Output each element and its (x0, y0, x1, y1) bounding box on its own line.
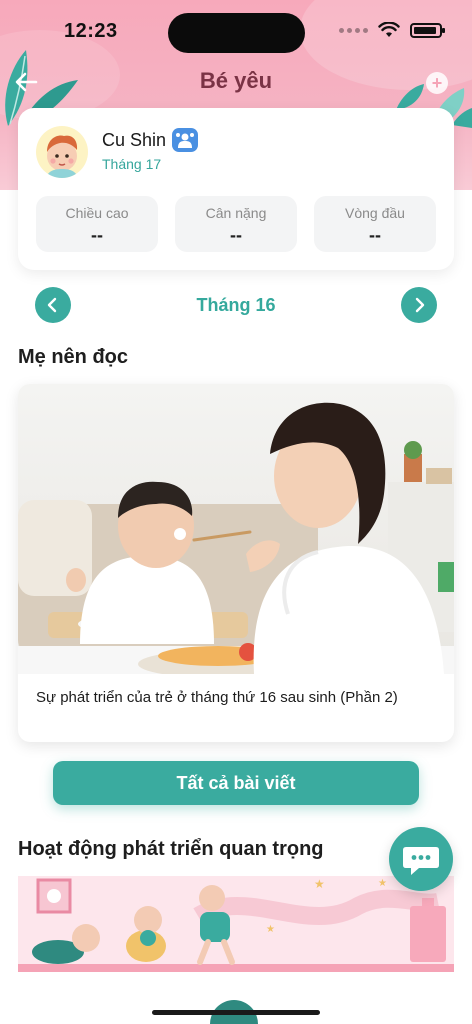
svg-text:★: ★ (314, 877, 325, 891)
baby-face-icon (46, 135, 78, 178)
chat-bubble-icon (403, 847, 439, 875)
metric-value: -- (91, 225, 103, 245)
add-child-button[interactable]: + (426, 72, 448, 94)
home-indicator (152, 1010, 320, 1015)
status-icons (339, 22, 445, 38)
article-image (18, 384, 454, 674)
wifi-icon (378, 22, 400, 37)
metric-value: -- (369, 225, 381, 245)
next-month-button[interactable] (401, 287, 437, 323)
head-circumference-metric[interactable]: Vòng đầu -- (314, 196, 436, 252)
child-avatar (36, 126, 88, 178)
weight-metric[interactable]: Cân nặng -- (175, 196, 297, 252)
chat-button[interactable] (389, 827, 453, 891)
metric-value: -- (230, 225, 242, 245)
svg-text:★: ★ (378, 878, 387, 889)
signal-icon (339, 27, 368, 33)
child-age: Tháng 17 (102, 156, 162, 172)
svg-text:★: ★ (266, 924, 275, 935)
dynamic-island (168, 13, 305, 53)
metric-label: Vòng đầu (345, 205, 405, 221)
boy-gender-icon (172, 128, 198, 152)
activity-illustration: ★ ★ ★ (18, 876, 454, 1024)
article-title: Sự phát triển của trẻ ở tháng thứ 16 sau… (36, 689, 398, 706)
reading-section-title: Mẹ nên đọc (18, 346, 129, 368)
battery-icon (410, 22, 445, 38)
chevron-right-icon (415, 297, 425, 313)
child-profile-card[interactable]: Cu Shin Tháng 17 Chiều cao -- Cân nặng -… (18, 108, 454, 270)
all-articles-button[interactable]: Tất cả bài viết (53, 761, 419, 805)
child-name: Cu Shin (102, 130, 167, 150)
activities-section-title: Hoạt động phát triển quan trọng (18, 838, 324, 860)
status-time: 12:23 (64, 20, 118, 42)
activity-banner[interactable]: ★ ★ ★ (18, 876, 454, 1024)
metric-label: Cân nặng (205, 205, 267, 221)
height-metric[interactable]: Chiều cao -- (36, 196, 158, 252)
article-card[interactable]: Sự phát triển của trẻ ở tháng thứ 16 sau… (18, 384, 454, 742)
metric-label: Chiều cao (65, 205, 129, 221)
